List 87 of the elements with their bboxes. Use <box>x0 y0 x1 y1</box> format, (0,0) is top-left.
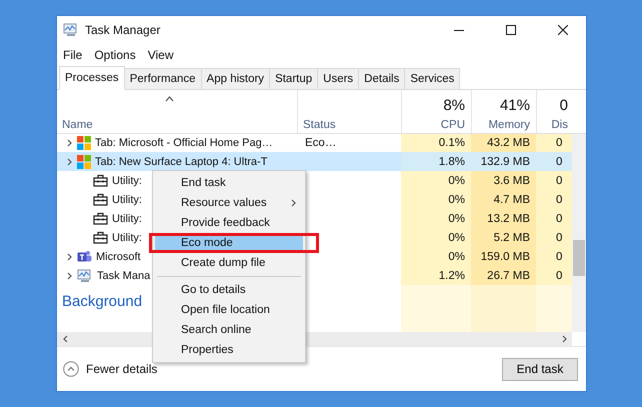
chevron-icon[interactable] <box>65 272 73 280</box>
cpu-value: 0% <box>448 232 465 244</box>
windows-logo-icon <box>77 136 91 150</box>
cpu-value: 0% <box>448 250 465 262</box>
chevron-icon[interactable] <box>61 335 69 343</box>
memory-value: 132.9 MB <box>480 156 530 168</box>
windows-logo-icon <box>77 154 91 168</box>
group-heading: Background <box>62 293 142 310</box>
process-name: Task Mana <box>97 270 150 282</box>
cpu-value: 0% <box>448 194 465 206</box>
tab[interactable]: Processes <box>59 66 125 90</box>
memory-value: 159.0 MB <box>480 250 530 262</box>
sort-caret-icon <box>165 96 174 102</box>
cpu-value: 1.2% <box>438 270 465 282</box>
context-menu-item[interactable]: Properties <box>155 340 303 360</box>
tab[interactable]: App history <box>200 68 270 89</box>
cpu-value: 0.1% <box>438 137 465 149</box>
task-manager-icon <box>63 23 79 37</box>
tab[interactable]: Details <box>358 68 406 89</box>
status-text: Eco… <box>305 137 336 149</box>
chevron-icon[interactable] <box>65 252 73 260</box>
column-header[interactable]: Name <box>62 119 93 131</box>
context-menu-item[interactable]: End task <box>155 173 303 193</box>
disk-value: 0 <box>556 212 562 224</box>
process-name: Tab: New Surface Laptop 4: Ultra-T <box>95 156 268 168</box>
process-name: Utility: <box>112 194 142 206</box>
cpu-value: 0% <box>448 212 465 224</box>
window-title: Task Manager <box>85 23 162 37</box>
chevron-icon[interactable] <box>560 335 568 343</box>
disk-value: 0 <box>556 232 562 244</box>
context-menu-item[interactable]: Go to details <box>155 280 303 300</box>
menu-item[interactable]: File <box>60 48 86 62</box>
context-menu-item[interactable]: Provide feedback <box>155 213 303 233</box>
context-menu-item[interactable]: Search online <box>155 320 303 340</box>
toolbox-icon <box>93 193 108 206</box>
column-total: 8% <box>443 97 465 114</box>
column-header[interactable]: Status <box>303 119 336 131</box>
memory-value: 3.6 MB <box>494 174 530 186</box>
process-row[interactable]: Tab: New Surface Laptop 4: Ultra-T 1.8% 132.9 MB 0 <box>57 152 572 171</box>
process-row[interactable]: Tab: Microsoft - Official Home Pag… Eco… 0.1% 43.2 MB 0 <box>57 134 572 152</box>
memory-value: 43.2 MB <box>487 137 530 149</box>
column-shading <box>401 285 471 332</box>
context-menu-item[interactable]: Open file location <box>155 300 303 320</box>
cpu-value: 0% <box>448 174 465 186</box>
context-menu-item[interactable]: Resource values <box>155 193 303 213</box>
disk-value: 0 <box>556 156 562 168</box>
memory-value: 26.7 MB <box>487 270 530 282</box>
maximize-icon[interactable] <box>506 25 516 35</box>
disk-value: 0 <box>556 250 562 262</box>
column-total: 0 <box>560 97 568 114</box>
collapse-icon[interactable] <box>63 361 79 377</box>
disk-value: 0 <box>556 194 562 206</box>
tab[interactable]: Services <box>404 68 460 89</box>
process-name: Utility: <box>112 232 142 244</box>
column-total: 41% <box>500 97 530 114</box>
chevron-icon[interactable] <box>289 199 297 207</box>
end-task-button[interactable]: End task <box>502 358 578 380</box>
disk-value: 0 <box>556 137 562 149</box>
menu-item[interactable]: View <box>144 48 176 62</box>
process-name: Utility: <box>112 212 142 224</box>
disk-value: 0 <box>556 270 562 282</box>
cpu-value: 1.8% <box>438 156 465 168</box>
menu-item[interactable]: Options <box>91 48 139 62</box>
toolbox-icon <box>93 231 108 244</box>
tab[interactable]: Users <box>317 68 360 89</box>
column-header[interactable]: CPU <box>440 119 465 131</box>
close-icon[interactable] <box>558 25 568 35</box>
tab[interactable]: Startup <box>269 68 318 89</box>
task-manager-icon <box>77 268 93 282</box>
tab[interactable]: Performance <box>124 68 202 89</box>
vertical-scrollbar[interactable] <box>572 134 586 332</box>
disk-value: 0 <box>556 174 562 186</box>
teams-icon <box>77 250 92 264</box>
context-menu-item[interactable]: Create dump file <box>155 253 303 273</box>
toolbox-icon <box>93 212 108 225</box>
chevron-icon[interactable] <box>65 158 73 166</box>
process-name: Utility: <box>112 174 142 186</box>
chevron-icon[interactable] <box>65 139 73 147</box>
memory-value: 13.2 MB <box>487 212 530 224</box>
process-name: Tab: Microsoft - Official Home Pag… <box>95 137 273 149</box>
toolbox-icon <box>93 174 108 187</box>
column-header[interactable]: Memory <box>488 119 530 131</box>
column-header[interactable]: Dis <box>551 119 568 131</box>
memory-value: 5.2 MB <box>494 232 530 244</box>
memory-value: 4.7 MB <box>494 194 530 206</box>
process-name: Microsoft <box>96 250 141 262</box>
fewer-details-link[interactable]: Fewer details <box>86 362 158 376</box>
